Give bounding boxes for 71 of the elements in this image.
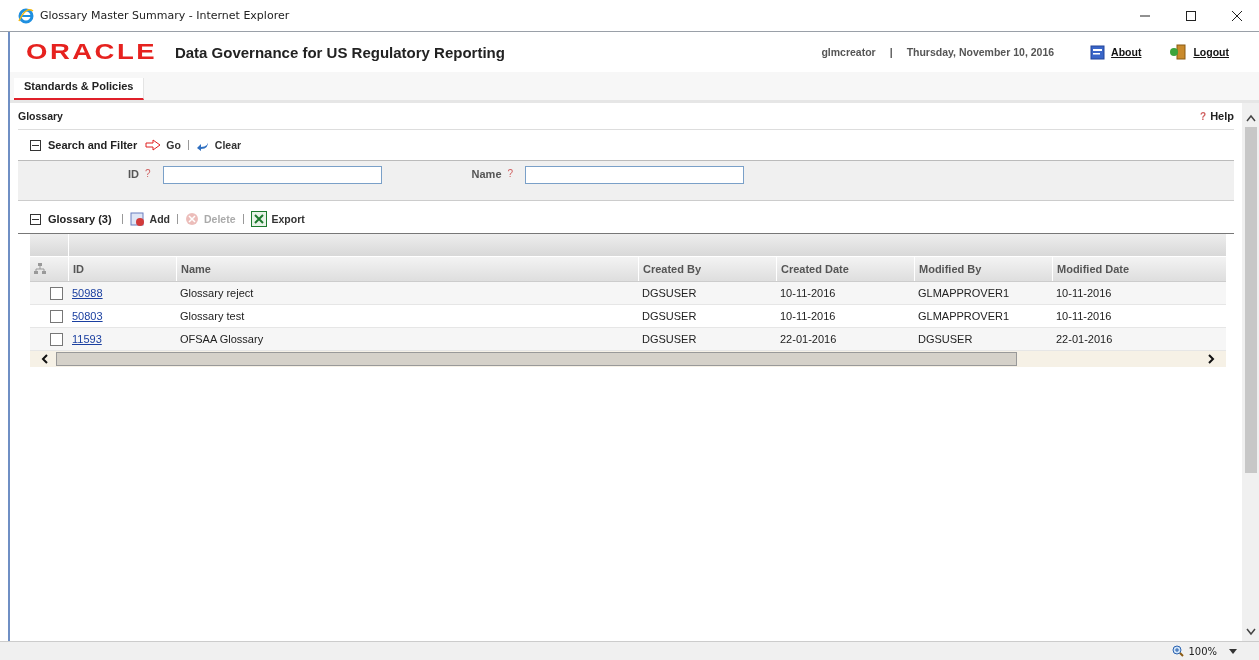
zoom-level[interactable]: 100% xyxy=(1188,645,1217,657)
table-cell: DGSUSER xyxy=(918,333,973,345)
checkbox[interactable] xyxy=(50,286,63,300)
zoom-icon[interactable] xyxy=(1172,645,1185,657)
column-header[interactable]: Name xyxy=(176,257,638,281)
browser-logo-icon xyxy=(18,7,34,24)
current-date: Thursday, November 10, 2016 xyxy=(906,46,1055,58)
column-header[interactable]: ID xyxy=(68,257,176,281)
table-cell: 10-11-2016 xyxy=(1056,310,1112,322)
collapse-icon[interactable] xyxy=(30,213,41,225)
page-title: Glossary xyxy=(18,110,63,122)
column-header[interactable]: Modified Date xyxy=(1052,257,1226,281)
tab[interactable]: Standards & Policies xyxy=(14,78,145,100)
table-cell: Glossary test xyxy=(180,310,245,322)
column-header[interactable]: Modified By xyxy=(914,257,1052,281)
input-field[interactable] xyxy=(162,166,382,184)
add-icon xyxy=(129,211,145,227)
table-cell: 10-11-2016 xyxy=(1056,287,1112,299)
horizontal-scrollbar-thumb[interactable] xyxy=(56,352,1017,366)
help-mark: ? xyxy=(1200,110,1207,122)
column-header[interactable]: Created Date xyxy=(776,257,914,281)
table-cell: 10-11-2016 xyxy=(780,310,836,322)
oracle-logo: ORACLE xyxy=(26,39,158,65)
delete-icon xyxy=(185,212,199,226)
section-title: Search and Filter xyxy=(48,139,138,151)
scroll-up-icon[interactable] xyxy=(1244,113,1257,123)
table-cell: Glossary reject xyxy=(180,287,254,299)
table-cell: OFSAA Glossary xyxy=(180,333,264,345)
id-link[interactable]: 11593 xyxy=(72,333,102,345)
help-link[interactable]: Help xyxy=(1210,110,1234,122)
scroll-right-icon[interactable] xyxy=(1206,353,1216,365)
toolbar-link[interactable]: Export xyxy=(271,213,305,225)
toolbar-link[interactable]: Add xyxy=(149,213,170,225)
collapse-icon[interactable] xyxy=(30,139,41,151)
table-cell: 22-01-2016 xyxy=(780,333,837,345)
table-cell: DGSUSER xyxy=(642,310,697,322)
table-cell: DGSUSER xyxy=(642,333,697,345)
window-title: Glossary Master Summary - Internet Explorer xyxy=(40,9,290,22)
separator: | xyxy=(889,46,893,58)
section-title: Glossary (3) xyxy=(48,213,112,225)
toolbar-link[interactable]: Clear xyxy=(214,139,242,151)
input-field[interactable] xyxy=(525,166,745,184)
header-link[interactable]: Logout xyxy=(1193,46,1229,58)
table-cell: DGSUSER xyxy=(642,287,697,299)
table-cell: 22-01-2016 xyxy=(1056,333,1113,345)
maximize-icon[interactable] xyxy=(1185,9,1197,22)
table-cell: GLMAPPROVER1 xyxy=(918,310,1010,322)
dropdown-icon[interactable] xyxy=(1229,648,1237,654)
scroll-down-icon[interactable] xyxy=(1244,627,1257,637)
id-link[interactable]: 50988 xyxy=(72,287,103,299)
header-link[interactable]: About xyxy=(1111,46,1142,58)
arrow-icon xyxy=(145,139,162,151)
spreadsheet-icon xyxy=(250,211,267,227)
user-name: glmcreator xyxy=(821,46,876,58)
door-icon xyxy=(1169,44,1188,60)
id-link[interactable]: 50803 xyxy=(72,310,103,322)
field-label: Name xyxy=(471,168,502,180)
help-mark: ? xyxy=(145,168,151,179)
help-mark: ? xyxy=(507,168,514,179)
close-icon[interactable] xyxy=(1231,9,1243,22)
checkbox[interactable] xyxy=(50,332,63,346)
checkbox[interactable] xyxy=(50,309,63,323)
table-cell: GLMAPPROVER1 xyxy=(918,287,1010,299)
scroll-left-icon[interactable] xyxy=(40,353,50,365)
vertical-scrollbar[interactable] xyxy=(1242,103,1259,641)
app-title: Data Governance for US Regulatory Reporting xyxy=(174,43,505,61)
field-label: ID xyxy=(128,168,139,180)
document-icon xyxy=(1090,44,1106,60)
column-header[interactable]: Created By xyxy=(638,257,776,281)
toolbar-link[interactable]: Go xyxy=(166,139,181,151)
table-cell: 10-11-2016 xyxy=(780,287,836,299)
